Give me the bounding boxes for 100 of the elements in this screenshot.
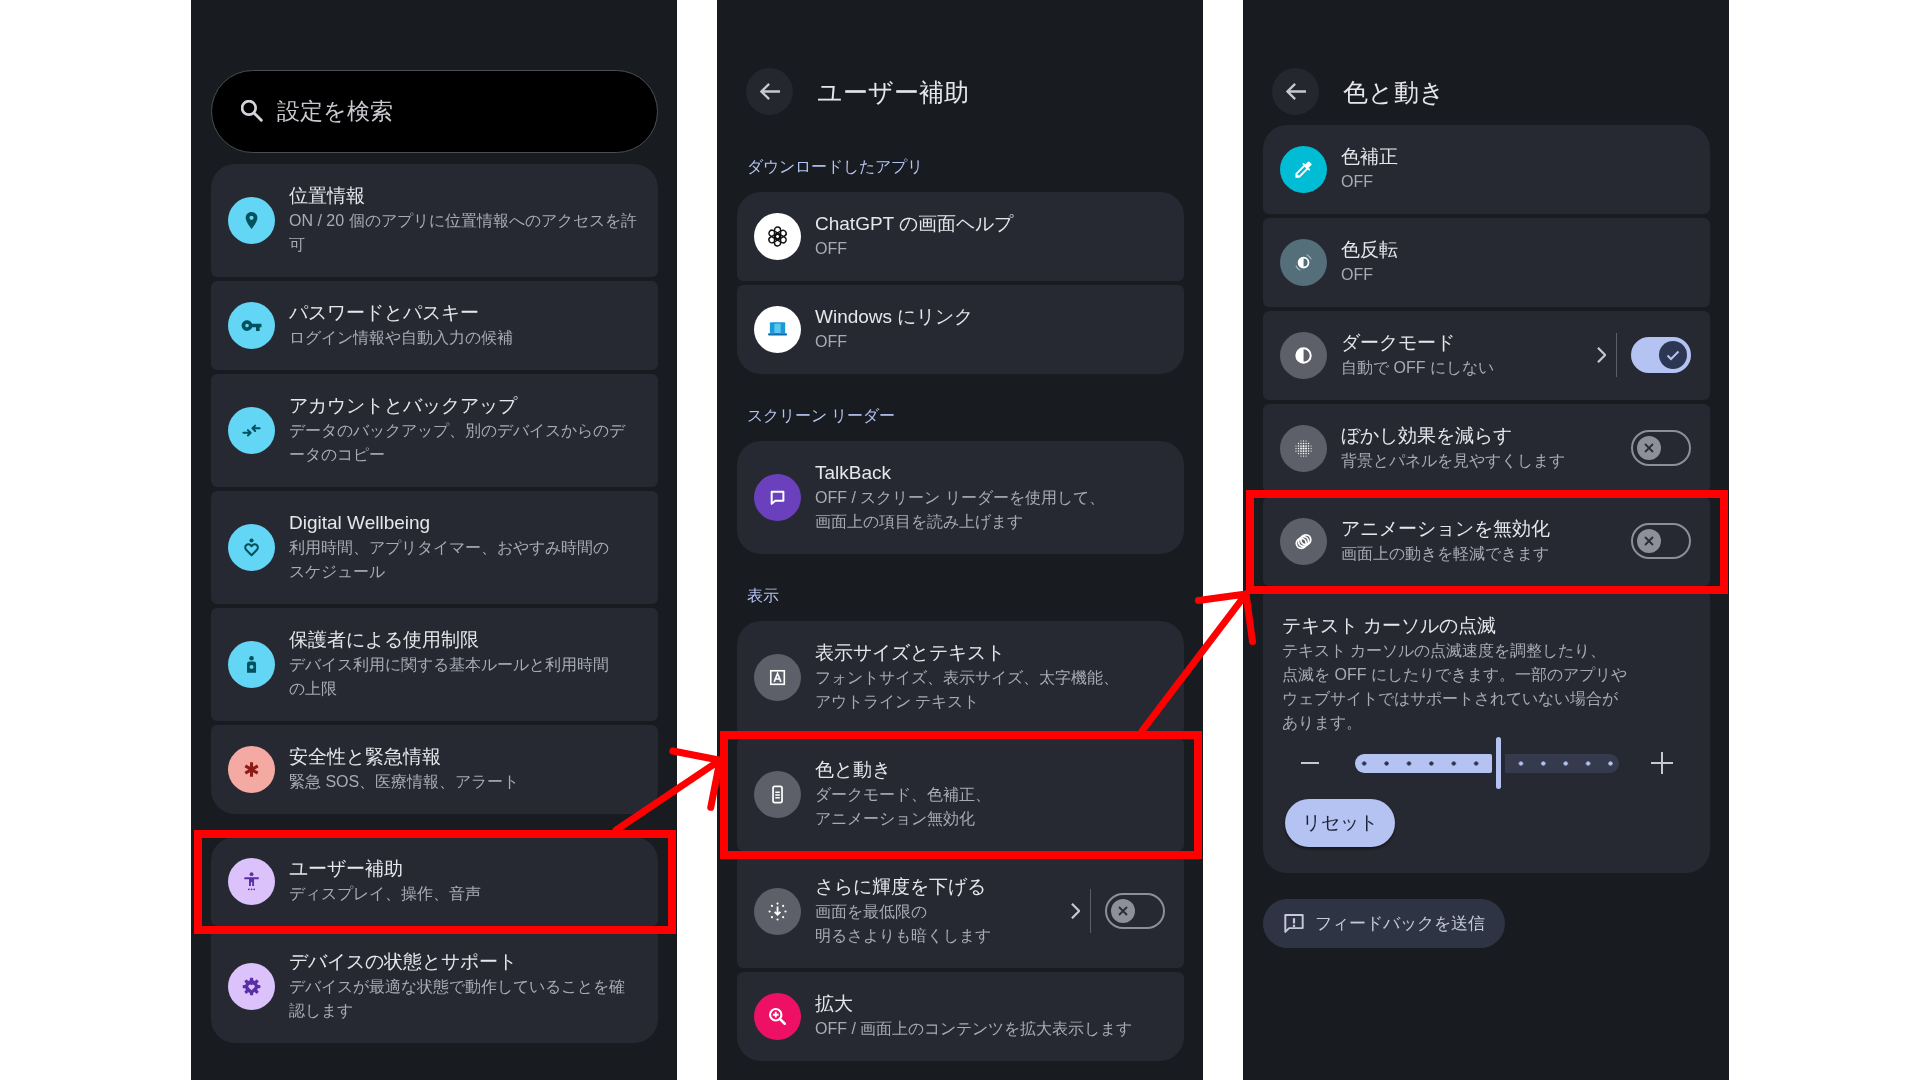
person-icon (228, 640, 275, 688)
item-title: TalkBack (815, 461, 892, 485)
location-pin-icon (228, 196, 275, 244)
item-title: パスワードとパスキー (289, 301, 479, 325)
section-heading: 表示 (747, 586, 779, 606)
item-title: Windows にリンク (815, 305, 974, 329)
settings-item[interactable]: ChatGPT の画面ヘルプ OFF (737, 192, 1184, 281)
item-subtitle: OFF / スクリーン リーダーを使用して、画面上の項目を読み上げます (815, 488, 1106, 532)
toggle-switch[interactable] (1105, 893, 1165, 929)
item-subtitle: OFF / 画面上のコンテンツを拡大表示します (815, 1019, 1133, 1039)
item-title: ダークモード (1341, 331, 1455, 355)
item-subtitle: フォントサイズ、表示サイズ、太字機能、アウトライン テキスト (815, 668, 1120, 712)
feedback-button[interactable]: フィードバックを送信 (1263, 899, 1505, 948)
setting-title: テキスト カーソルの点滅 (1282, 614, 1497, 638)
search-field[interactable]: 設定を検索 (211, 70, 658, 153)
x-icon (1111, 899, 1135, 923)
asterisk-icon (228, 745, 275, 793)
settings-item[interactable]: Windows にリンク OFF (737, 285, 1184, 374)
minus-icon (1301, 762, 1319, 764)
item-title: デバイスの状態とサポート (289, 950, 517, 974)
chevron-icon (1071, 903, 1080, 919)
back-button[interactable] (1272, 68, 1319, 115)
rings-icon (1280, 517, 1327, 565)
knot-icon (754, 212, 801, 260)
item-title: 位置情報 (289, 184, 365, 208)
item-subtitle: ディスプレイ、操作、音声 (289, 884, 481, 904)
item-title: 拡大 (815, 992, 853, 1016)
arrows-icon (228, 406, 275, 454)
plus-icon (1651, 752, 1673, 774)
settings-item[interactable]: 位置情報 ON / 20 個のアプリに位置情報へのアクセスを許可 (211, 164, 658, 277)
setting-description: テキスト カーソルの点滅速度を調整したり、点滅を OFF にしたりできます。一部のアプリやウェブサイトではサポートされていない場合があります。 (1282, 641, 1628, 733)
settings-item[interactable]: ダークモード 自動で OFF にしない (1263, 311, 1710, 400)
item-subtitle: OFF (815, 239, 847, 259)
eyedropper-icon (1280, 145, 1327, 193)
page-title: 色と動き (1343, 76, 1445, 108)
settings-item[interactable]: 色補正 OFF (1263, 125, 1710, 214)
item-title: Digital Wellbeing (289, 511, 431, 535)
phone-icon (754, 770, 801, 818)
item-subtitle: ON / 20 個のアプリに位置情報へのアクセスを許可 (289, 211, 638, 255)
toggle-switch[interactable] (1631, 523, 1691, 559)
settings-item[interactable]: 拡大 OFF / 画面上のコンテンツを拡大表示します (737, 972, 1184, 1061)
feedback-icon (1284, 914, 1304, 933)
reset-button[interactable]: リセット (1285, 799, 1395, 847)
search-icon (241, 100, 263, 122)
speech-bubble-icon (754, 473, 801, 521)
settings-item[interactable]: 色反転 OFF (1263, 218, 1710, 307)
settings-item[interactable]: Digital Wellbeing 利用時間、アプリタイマー、おやすみ時間のスケジュール (211, 491, 658, 604)
item-subtitle: OFF (1341, 172, 1373, 192)
item-subtitle: 利用時間、アプリタイマー、おやすみ時間のスケジュール (289, 538, 610, 582)
back-arrow-icon (1285, 83, 1306, 100)
item-subtitle: デバイスが最適な状態で動作していることを確認します (289, 977, 626, 1021)
item-title: 安全性と緊急情報 (289, 745, 441, 769)
laptop-icon (754, 305, 801, 353)
item-subtitle: データのバックアップ、別のデバイスからのデータのコピー (289, 421, 627, 465)
dim-sun-icon (754, 887, 801, 935)
item-title: さらに輝度を下げる (815, 875, 986, 899)
item-subtitle: デバイス利用に関する基本ルールと利用時間の上限 (289, 655, 610, 699)
settings-item[interactable]: 安全性と緊急情報 緊急 SOS、医療情報、アラート (211, 725, 658, 814)
item-title: 保護者による使用制限 (289, 628, 479, 652)
back-arrow-icon (759, 83, 780, 100)
boxed-letter-icon (754, 653, 801, 701)
item-subtitle: OFF (1341, 265, 1373, 285)
dot-grid-icon (1280, 424, 1327, 472)
item-subtitle: ダークモード、色補正、アニメーション無効化 (815, 785, 992, 829)
key-icon (228, 301, 275, 349)
settings-item[interactable]: 表示サイズとテキスト フォントサイズ、表示サイズ、太字機能、アウトライン テキスト (737, 621, 1184, 734)
item-title: ChatGPT の画面ヘルプ (815, 212, 1014, 236)
item-title: 色と動き (815, 758, 891, 782)
zoom-in-icon (754, 992, 801, 1040)
item-title: ユーザー補助 (289, 857, 403, 881)
item-title: ぼかし効果を減らす (1341, 424, 1512, 448)
check-icon (1659, 341, 1687, 369)
toggle-switch[interactable] (1631, 430, 1691, 466)
settings-item[interactable]: ぼかし効果を減らす 背景とパネルを見やすくします (1263, 404, 1710, 493)
item-subtitle: 背景とパネルを見やすくします (1341, 451, 1565, 471)
settings-item[interactable]: アカウントとバックアップ データのバックアップ、別のデバイスからのデータのコピー (211, 374, 658, 487)
x-icon (1637, 529, 1661, 553)
item-subtitle: ログイン情報や自動入力の候補 (289, 328, 513, 348)
contrast-arrows-icon (1280, 238, 1327, 286)
settings-item[interactable]: TalkBack OFF / スクリーン リーダーを使用して、画面上の項目を読み上げます (737, 441, 1184, 554)
half-circle-icon (1280, 331, 1327, 379)
settings-item[interactable]: 保護者による使用制限 デバイス利用に関する基本ルールと利用時間の上限 (211, 608, 658, 721)
item-title: 色反転 (1341, 238, 1398, 262)
item-subtitle: 画面を最低限の明るさよりも暗くします (815, 902, 992, 946)
item-subtitle: 画面上の動きを軽減できます (1341, 544, 1549, 564)
item-title: アカウントとバックアップ (289, 394, 517, 418)
item-subtitle: OFF (815, 332, 847, 352)
section-heading: スクリーン リーダー (747, 406, 896, 426)
back-button[interactable] (746, 68, 793, 115)
item-title: アニメーションを無効化 (1341, 517, 1550, 541)
section-heading: ダウンロードしたアプリ (747, 157, 923, 177)
item-title: 色補正 (1341, 145, 1398, 169)
accessibility-icon (228, 857, 275, 905)
toggle-switch[interactable] (1631, 337, 1691, 373)
item-subtitle: 自動で OFF にしない (1341, 358, 1494, 378)
x-icon (1637, 436, 1661, 460)
item-title: 表示サイズとテキスト (815, 641, 1005, 665)
item-subtitle: 緊急 SOS、医療情報、アラート (289, 772, 520, 792)
page-title: ユーザー補助 (817, 76, 969, 108)
settings-item[interactable]: パスワードとパスキー ログイン情報や自動入力の候補 (211, 281, 658, 370)
